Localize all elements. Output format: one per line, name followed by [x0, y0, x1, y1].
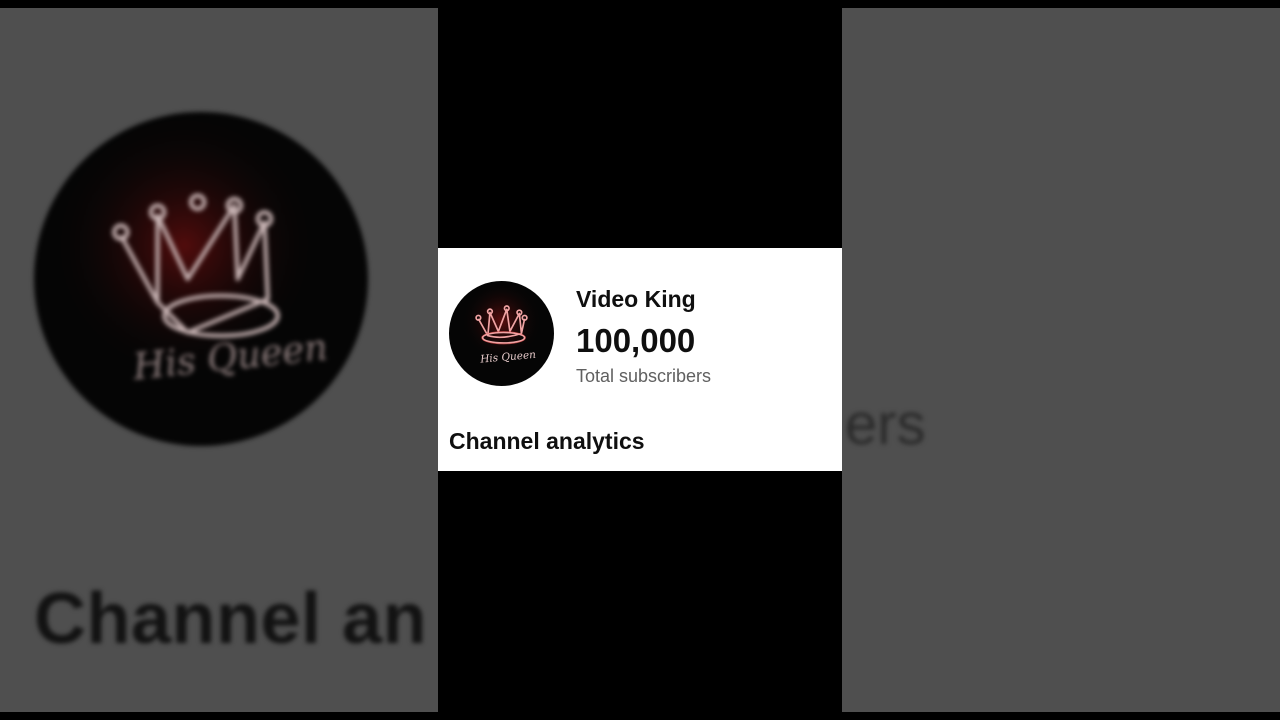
subscriber-label: Total subscribers [576, 366, 712, 386]
backdrop-crown-icon: His Queen [34, 112, 368, 446]
channel-analytics-heading: Channel analytics [449, 428, 645, 454]
channel-name[interactable]: Video King [576, 286, 696, 313]
backdrop-avatar: His Queen [34, 112, 368, 446]
video-frame: His Queen ers Channel an His Queen Video… [0, 0, 1280, 720]
channel-avatar[interactable]: His Queen [449, 281, 554, 386]
subscriber-count: 100,000 [576, 322, 696, 359]
backdrop-subscriber-fragment: ers [845, 392, 926, 457]
backdrop-heading-fragment: Channel an [34, 579, 428, 659]
phone-screen: His Queen Video King 100,000 Total subsc… [438, 0, 842, 720]
crown-icon: His Queen [449, 281, 554, 386]
channel-card: His Queen Video King 100,000 Total subsc… [438, 248, 842, 471]
